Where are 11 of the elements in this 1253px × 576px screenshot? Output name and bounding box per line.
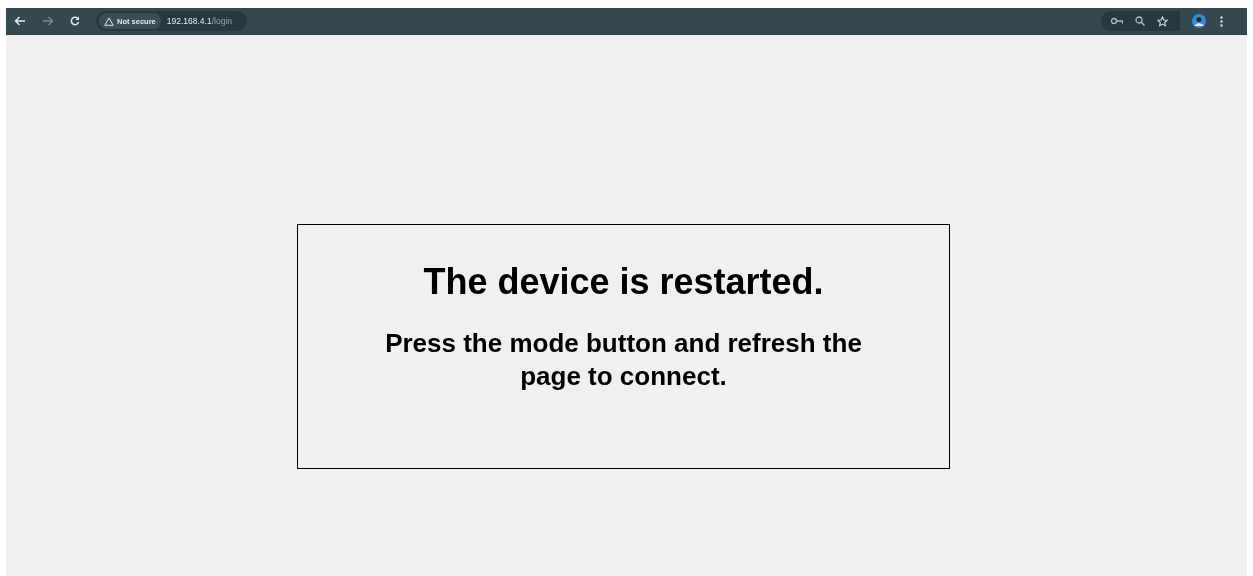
reload-icon[interactable] [70, 16, 80, 26]
dialog-message: Press the mode button and refresh the page to connect. [384, 327, 863, 392]
back-icon[interactable] [14, 16, 26, 26]
menu-icon[interactable] [1220, 15, 1223, 27]
star-icon[interactable] [1157, 15, 1168, 27]
key-icon[interactable] [1111, 17, 1123, 25]
zoom-icon[interactable] [1135, 16, 1145, 26]
warning-icon [104, 16, 114, 26]
profile-avatar[interactable] [1192, 14, 1206, 28]
url-text: 192.168.4.1/login [166, 16, 232, 26]
dialog-title: The device is restarted. [422, 261, 825, 303]
